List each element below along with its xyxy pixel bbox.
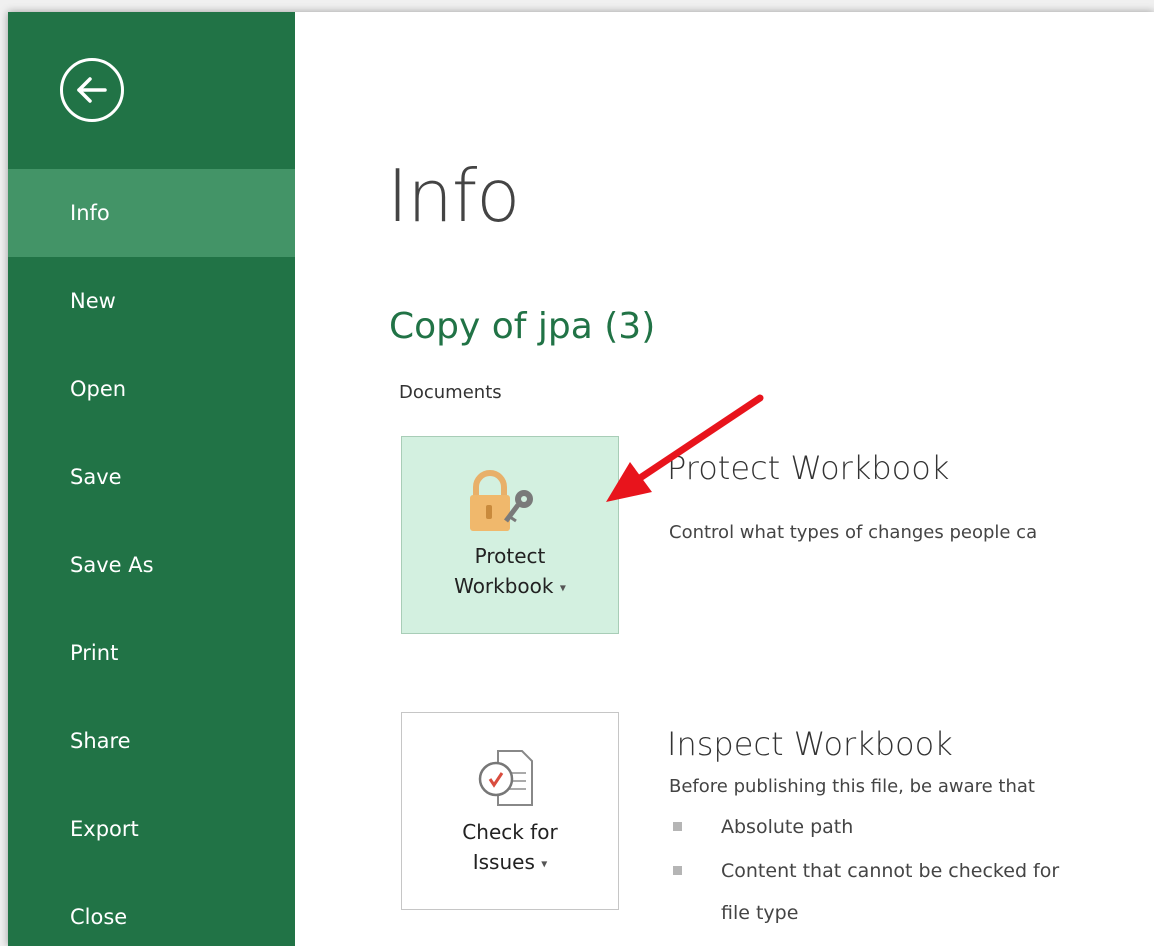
protect-workbook-heading: Protect Workbook	[667, 449, 950, 487]
padlock-key-icon	[466, 467, 556, 541]
bullet-square-icon	[673, 822, 682, 831]
inspect-workbook-description: Before publishing this file, be aware th…	[669, 776, 1035, 797]
sidebar-item-save[interactable]: Save	[8, 433, 295, 521]
inspect-bullet-item: Content that cannot be checked for	[673, 860, 1059, 882]
check-for-issues-button[interactable]: Check for Issues ▾	[401, 712, 619, 910]
sidebar-item-save-as[interactable]: Save As	[8, 521, 295, 609]
sidebar-item-close[interactable]: Close	[8, 873, 295, 946]
inspect-bullet-item: Absolute path	[673, 816, 853, 838]
check-button-label-line1: Check for	[462, 820, 558, 844]
back-button[interactable]	[60, 58, 124, 122]
inspect-bullet-continuation: file type	[721, 902, 799, 924]
protect-button-label-line2: Workbook	[454, 574, 554, 598]
backstage-window: Info New Open Save Save As Print Share E…	[8, 12, 1154, 946]
protect-button-label-line1: Protect	[474, 544, 546, 568]
back-arrow-icon	[77, 77, 107, 103]
info-panel: Info Copy of jpa (3) Documents Protect W…	[295, 12, 1154, 946]
dropdown-caret-icon: ▾	[541, 856, 548, 871]
sidebar-item-share[interactable]: Share	[8, 697, 295, 785]
protect-workbook-description: Control what types of changes people ca	[669, 522, 1038, 543]
sidebar-item-info[interactable]: Info	[8, 169, 295, 257]
sidebar-item-open[interactable]: Open	[8, 345, 295, 433]
protect-workbook-button[interactable]: Protect Workbook ▾	[401, 436, 619, 634]
dropdown-caret-icon: ▾	[559, 580, 566, 595]
inspect-document-icon	[472, 743, 548, 817]
document-location: Documents	[399, 382, 502, 403]
bullet-square-icon	[673, 866, 682, 875]
sidebar-item-print[interactable]: Print	[8, 609, 295, 697]
inspect-workbook-heading: Inspect Workbook	[667, 725, 953, 763]
check-button-label-line2: Issues	[472, 850, 535, 874]
document-name: Copy of jpa (3)	[389, 306, 656, 347]
backstage-sidebar: Info New Open Save Save As Print Share E…	[8, 12, 295, 946]
page-title: Info	[387, 154, 520, 238]
sidebar-item-new[interactable]: New	[8, 257, 295, 345]
sidebar-item-export[interactable]: Export	[8, 785, 295, 873]
